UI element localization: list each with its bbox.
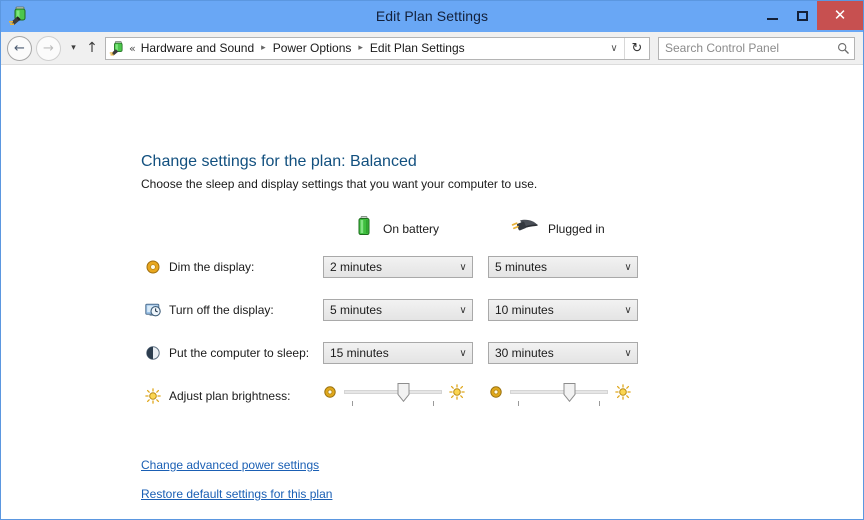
- setting-row-plan-brightness: Adjust plan brightness:: [145, 385, 290, 407]
- address-bar[interactable]: « Hardware and Sound ▸ Power Options ▸ E…: [105, 36, 650, 60]
- brightness-icon: [145, 388, 161, 404]
- column-label-on-battery: On battery: [383, 221, 440, 236]
- setting-label-computer-sleep: Put the computer to sleep:: [169, 346, 310, 360]
- title-bar: Edit Plan Settings ✕: [1, 1, 863, 32]
- brightness-slider-on-battery[interactable]: [323, 381, 465, 411]
- refresh-button[interactable]: ↻: [624, 37, 649, 59]
- back-arrow-icon: ←: [14, 40, 25, 56]
- slider-track: [510, 390, 608, 394]
- dropdown-turn-off-display-on-battery[interactable]: 5 minutes ∨: [323, 299, 473, 321]
- setting-label-dim-display: Dim the display:: [169, 260, 255, 274]
- slider-thumb[interactable]: [563, 383, 576, 403]
- power-plan-icon: [109, 40, 126, 57]
- chevron-down-icon: ∨: [624, 304, 632, 316]
- page-title: Change settings for the plan: Balanced: [141, 153, 417, 170]
- column-label-plugged-in: Plugged in: [548, 221, 605, 236]
- slider-ticks: [344, 401, 442, 407]
- back-button[interactable]: ←: [7, 35, 32, 61]
- dropdown-turn-off-display-plugged-in[interactable]: 10 minutes ∨: [488, 299, 638, 321]
- setting-row-turn-off-display: Turn off the display:: [145, 299, 274, 321]
- search-box[interactable]: [658, 36, 855, 60]
- dropdown-value: 30 minutes: [495, 346, 554, 360]
- link-restore-default-settings[interactable]: Restore default settings for this plan: [141, 487, 332, 501]
- turn-off-display-icon: [145, 302, 161, 318]
- breadcrumb-edit-plan-settings[interactable]: Edit Plan Settings: [370, 41, 465, 55]
- dropdown-value: 5 minutes: [495, 260, 548, 274]
- breadcrumb-overflow-icon[interactable]: «: [129, 42, 136, 55]
- application-window: Edit Plan Settings ✕ ← → ▾ ↑ « Hardware …: [0, 0, 864, 520]
- chevron-down-icon: ∨: [459, 304, 467, 316]
- chevron-down-icon: ∨: [459, 347, 467, 359]
- address-bar-toolbar: ← → ▾ ↑ « Hardware and Sound ▸ Power Opt…: [1, 32, 863, 65]
- search-icon[interactable]: [832, 42, 854, 55]
- dropdown-dim-display-plugged-in[interactable]: 5 minutes ∨: [488, 256, 638, 278]
- slider-thumb[interactable]: [397, 383, 410, 403]
- maximize-icon: [796, 10, 808, 21]
- dropdown-value: 5 minutes: [330, 303, 383, 317]
- up-one-level-button[interactable]: ↑: [82, 41, 102, 55]
- link-change-advanced-power-settings[interactable]: Change advanced power settings: [141, 458, 319, 472]
- column-header-on-battery: On battery: [354, 215, 439, 242]
- dropdown-computer-sleep-plugged-in[interactable]: 30 minutes ∨: [488, 342, 638, 364]
- breadcrumb-separator-icon: ▸: [261, 43, 266, 53]
- brightness-slider-plugged-in[interactable]: [489, 381, 631, 411]
- recent-locations-button[interactable]: ▾: [65, 43, 82, 53]
- brightness-high-icon: [615, 384, 631, 400]
- page-subtitle: Choose the sleep and display settings th…: [141, 177, 538, 191]
- dropdown-value: 10 minutes: [495, 303, 554, 317]
- breadcrumb-separator-icon: ▸: [358, 43, 363, 53]
- slider-track-area[interactable]: [344, 381, 442, 409]
- slider-ticks: [510, 401, 608, 407]
- setting-label-turn-off-display: Turn off the display:: [169, 303, 274, 317]
- search-input[interactable]: [659, 40, 832, 56]
- forward-button[interactable]: →: [36, 35, 61, 61]
- sleep-icon: [145, 345, 161, 361]
- brightness-high-icon: [449, 384, 465, 400]
- setting-row-computer-sleep: Put the computer to sleep:: [145, 342, 309, 364]
- power-plan-icon: [8, 5, 30, 27]
- chevron-down-icon: ∨: [459, 261, 467, 273]
- breadcrumb-power-options[interactable]: Power Options: [273, 41, 352, 55]
- forward-arrow-icon: →: [43, 40, 54, 56]
- breadcrumb-hardware-and-sound[interactable]: Hardware and Sound: [141, 41, 254, 55]
- window-title: Edit Plan Settings: [375, 8, 489, 24]
- dropdown-value: 2 minutes: [330, 260, 383, 274]
- setting-row-dim-display: Dim the display:: [145, 256, 254, 278]
- close-button[interactable]: ✕: [817, 1, 863, 30]
- close-icon: ✕: [833, 6, 847, 24]
- dropdown-dim-display-on-battery[interactable]: 2 minutes ∨: [323, 256, 473, 278]
- dim-display-icon: [145, 259, 161, 275]
- column-header-plugged-in: Plugged in: [509, 215, 605, 242]
- brightness-low-icon: [323, 385, 337, 399]
- chevron-down-icon[interactable]: ∨: [604, 43, 624, 54]
- slider-track: [344, 390, 442, 394]
- chevron-down-icon: ∨: [624, 261, 632, 273]
- minimize-button[interactable]: [757, 1, 787, 30]
- chevron-down-icon: ∨: [624, 347, 632, 359]
- power-plug-icon: [509, 215, 539, 242]
- maximize-button[interactable]: [787, 1, 817, 30]
- minimize-icon: [766, 18, 778, 20]
- dropdown-computer-sleep-on-battery[interactable]: 15 minutes ∨: [323, 342, 473, 364]
- page-content: Change settings for the plan: Balanced C…: [1, 65, 863, 519]
- brightness-low-icon: [489, 385, 503, 399]
- window-controls: ✕: [757, 1, 863, 30]
- setting-label-plan-brightness: Adjust plan brightness:: [169, 389, 291, 403]
- battery-icon: [354, 215, 374, 242]
- dropdown-value: 15 minutes: [330, 346, 389, 360]
- slider-track-area[interactable]: [510, 381, 608, 409]
